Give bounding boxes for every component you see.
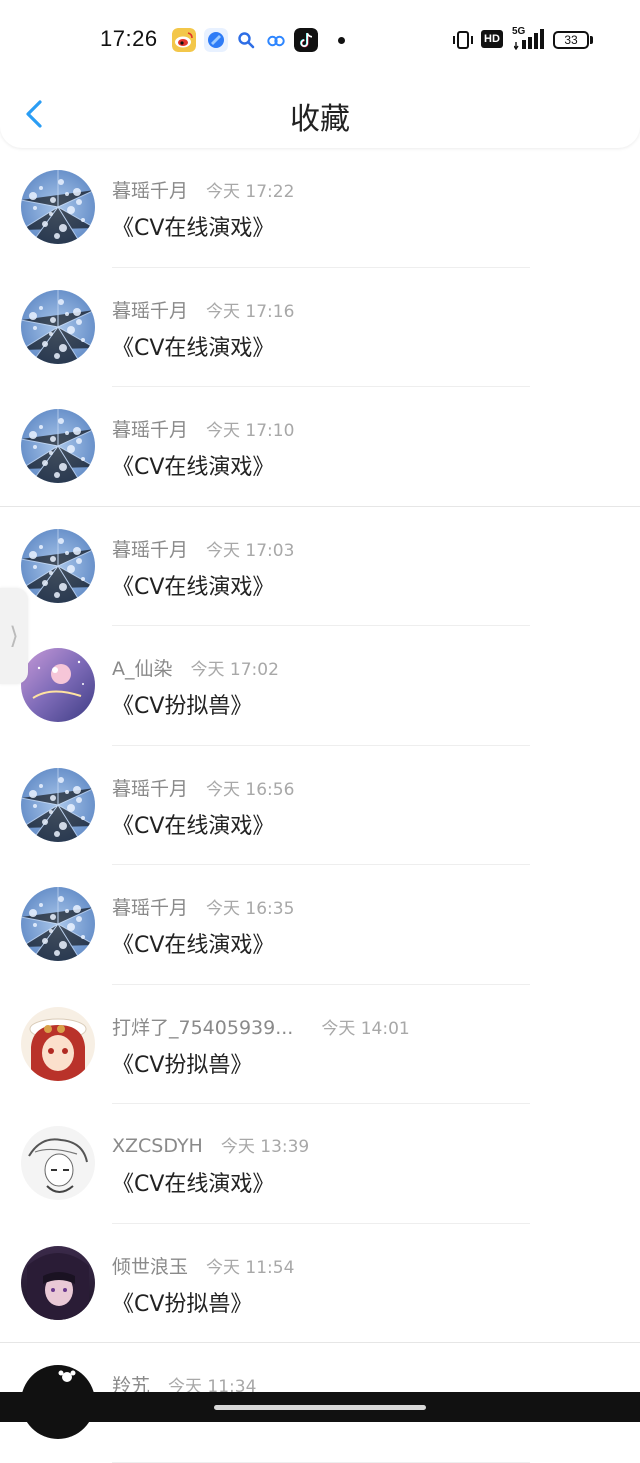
- timestamp: 今天 17:02: [190, 660, 279, 680]
- item-meta: 暮瑶千月 今天 17:10: [112, 415, 294, 443]
- avatar[interactable]: [21, 1126, 95, 1200]
- avatar[interactable]: [21, 1006, 95, 1081]
- avatar[interactable]: [21, 289, 95, 364]
- battery-icon: 33: [553, 31, 589, 49]
- favorite-item[interactable]: 暮瑶千月 今天 17:22 《CV在线演戏》: [0, 148, 640, 268]
- author-name[interactable]: 暮瑶千月: [112, 300, 188, 322]
- avatar[interactable]: [21, 409, 95, 483]
- author-name[interactable]: 暮瑶千月: [112, 897, 188, 919]
- favorite-item[interactable]: 倾世浪玉 今天 11:54 《CV扮拟兽》: [0, 1224, 640, 1343]
- timestamp: 今天 14:01: [321, 1018, 410, 1039]
- favorite-item[interactable]: 打烊了_75405939... 今天 14:01 《CV扮拟兽》: [0, 985, 640, 1104]
- author-name[interactable]: 暮瑶千月: [112, 539, 188, 561]
- row-divider: [112, 1461, 530, 1463]
- item-meta: A_仙染 今天 17:02: [112, 654, 279, 682]
- timestamp: 今天 16:35: [206, 899, 295, 919]
- author-name[interactable]: 打烊了_75405939...: [112, 1017, 293, 1039]
- item-title[interactable]: 《CV在线演戏》: [112, 210, 274, 242]
- home-indicator[interactable]: [214, 1405, 426, 1410]
- favorite-item[interactable]: 暮瑶千月 今天 17:16 《CV在线演戏》: [0, 268, 640, 387]
- timestamp: 今天 13:39: [220, 1137, 310, 1157]
- status-bar: 17:26 HD 5G 33: [0, 0, 640, 80]
- favorite-item[interactable]: A_仙染 今天 17:02 《CV扮拟兽》: [0, 626, 640, 746]
- avatar[interactable]: [21, 887, 95, 961]
- favorite-item[interactable]: 暮瑶千月 今天 16:35 《CV在线演戏》: [0, 865, 640, 985]
- blue-app-icon: [204, 28, 228, 52]
- timestamp: 今天 17:03: [206, 540, 295, 561]
- page-title: 收藏: [290, 102, 350, 137]
- nav-bar: 收藏: [0, 80, 640, 148]
- author-name[interactable]: 暮瑶千月: [112, 778, 188, 800]
- item-meta: 暮瑶千月 今天 16:56: [112, 774, 294, 802]
- item-title[interactable]: 《CV在线演戏》: [112, 330, 274, 362]
- header: 17:26 HD 5G 33 收藏: [0, 0, 640, 148]
- favorites-list: 暮瑶千月 今天 17:22 《CV在线演戏》 暮瑶千月 今天 17:16 《CV在线演戏…: [0, 148, 640, 1463]
- avatar[interactable]: [21, 648, 95, 722]
- item-meta: 暮瑶千月 今天 16:35: [112, 893, 294, 921]
- favorite-item[interactable]: XZCSDYH 今天 13:39 《CV在线演戏》: [0, 1104, 640, 1224]
- tiktok-icon: [294, 28, 318, 52]
- weibo-icon: [172, 28, 196, 52]
- item-title[interactable]: 《CV在线演戏》: [112, 927, 274, 959]
- item-meta: 暮瑶千月 今天 17:16: [112, 296, 294, 324]
- avatar[interactable]: [21, 767, 95, 842]
- hd-badge: HD: [481, 30, 503, 48]
- item-title[interactable]: 《CV在线演戏》: [112, 808, 274, 840]
- item-title[interactable]: 《CV在线演戏》: [112, 569, 274, 601]
- item-title[interactable]: 《CV扮拟兽》: [112, 688, 252, 720]
- item-meta: 暮瑶千月 今天 17:03: [112, 535, 294, 563]
- timestamp: 今天 17:22: [206, 182, 295, 202]
- favorite-item[interactable]: 暮瑶千月 今天 16:56 《CV在线演戏》: [0, 746, 640, 865]
- favorite-item[interactable]: 暮瑶千月 今天 17:03 《CV在线演戏》: [0, 507, 640, 626]
- status-time: 17:26: [100, 26, 158, 51]
- item-title[interactable]: 《CV在线演戏》: [112, 1166, 274, 1198]
- author-name[interactable]: A_仙染: [112, 658, 173, 680]
- author-name[interactable]: 倾世浪玉: [112, 1256, 188, 1278]
- search-app-icon: [234, 28, 258, 52]
- vibrate-icon: [453, 31, 473, 49]
- item-meta: 打烊了_75405939... 今天 14:01: [112, 1013, 410, 1041]
- item-title[interactable]: 《CV扮拟兽》: [112, 1047, 252, 1079]
- timestamp: 今天 16:56: [206, 779, 295, 800]
- avatar[interactable]: [21, 170, 95, 244]
- timestamp: 今天 17:10: [206, 421, 295, 441]
- timestamp: 今天 17:16: [206, 301, 295, 322]
- item-meta: XZCSDYH 今天 13:39: [112, 1132, 309, 1160]
- battery-cap: [590, 36, 593, 44]
- item-title[interactable]: 《CV在线演戏》: [112, 449, 274, 481]
- item-meta: 暮瑶千月 今天 17:22: [112, 176, 294, 204]
- avatar[interactable]: [21, 528, 95, 603]
- timestamp: 今天 11:54: [206, 1257, 295, 1278]
- item-meta: 倾世浪玉 今天 11:54: [112, 1252, 294, 1280]
- author-name[interactable]: 暮瑶千月: [112, 180, 188, 202]
- favorite-item[interactable]: 暮瑶千月 今天 17:10 《CV在线演戏》: [0, 387, 640, 507]
- signal-icon: [514, 29, 544, 50]
- item-title[interactable]: 《CV扮拟兽》: [112, 1286, 252, 1318]
- author-name[interactable]: 暮瑶千月: [112, 419, 188, 441]
- side-drawer-handle[interactable]: ⟩: [0, 588, 28, 684]
- link-app-icon: [264, 28, 288, 52]
- avatar[interactable]: [21, 1245, 95, 1320]
- notification-dot: [338, 37, 345, 44]
- navigation-bar: [0, 1392, 640, 1422]
- author-name[interactable]: XZCSDYH: [112, 1135, 203, 1157]
